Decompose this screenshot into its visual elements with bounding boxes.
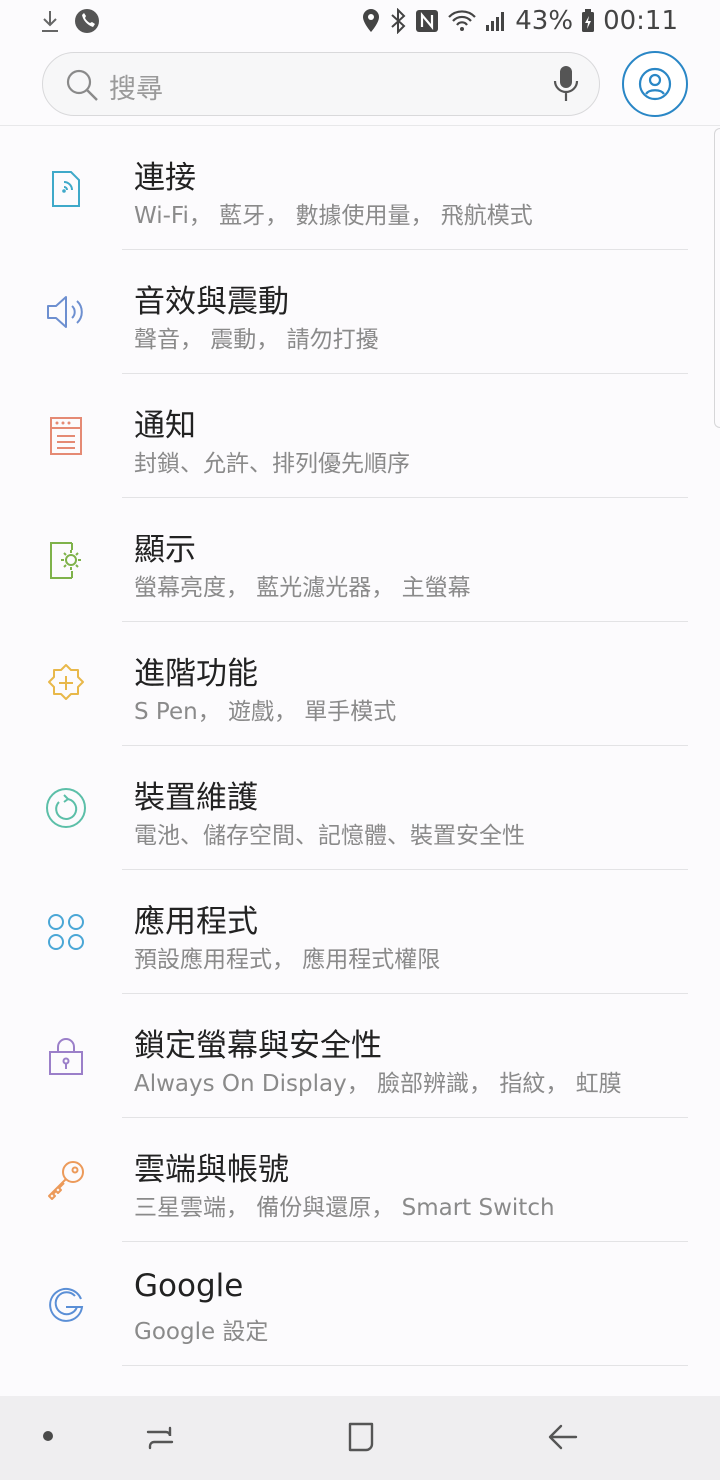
- connections-icon: [44, 166, 88, 210]
- nav-dot-icon[interactable]: [43, 1431, 53, 1441]
- settings-item-sound[interactable]: 音效與震動 聲音， 震動， 請勿打擾: [0, 250, 720, 374]
- advanced-features-icon: [44, 662, 88, 706]
- display-icon: [44, 538, 88, 582]
- item-subtitle: 電池、儲存空間、記憶體、裝置安全性: [134, 823, 525, 849]
- location-icon: [361, 8, 381, 34]
- phone-icon: [74, 8, 100, 34]
- item-title: 音效與震動: [134, 284, 289, 320]
- mic-icon[interactable]: [553, 65, 579, 107]
- sound-icon: [44, 290, 88, 334]
- item-title: 進階功能: [134, 656, 258, 692]
- profile-button[interactable]: [622, 51, 688, 117]
- item-subtitle: Wi-Fi， 藍牙， 數據使用量， 飛航模式: [134, 203, 533, 229]
- signal-icon: [485, 9, 507, 33]
- divider: [122, 1365, 688, 1366]
- settings-list: 連接 Wi-Fi， 藍牙， 數據使用量， 飛航模式 音效與震動 聲音， 震動， …: [0, 126, 720, 1366]
- settings-item-device-maintenance[interactable]: 裝置維護 電池、儲存空間、記憶體、裝置安全性: [0, 746, 720, 870]
- battery-percent: 43%: [515, 6, 574, 36]
- item-title: 連接: [134, 160, 196, 196]
- settings-item-google[interactable]: Google Google 設定: [0, 1242, 720, 1366]
- search-bar[interactable]: 搜尋: [42, 52, 600, 116]
- wifi-icon: [447, 9, 477, 33]
- item-subtitle: 三星雲端， 備份與還原， Smart Switch: [134, 1195, 555, 1221]
- notifications-icon: [44, 414, 88, 458]
- item-subtitle: 封鎖、允許、排列優先順序: [134, 451, 410, 477]
- google-icon: [44, 1282, 88, 1326]
- search-input[interactable]: 搜尋: [109, 67, 163, 106]
- status-bar: 43% 00:11: [0, 0, 720, 44]
- settings-item-notifications[interactable]: 通知 封鎖、允許、排列優先順序: [0, 374, 720, 498]
- settings-item-cloud-accounts[interactable]: 雲端與帳號 三星雲端， 備份與還原， Smart Switch: [0, 1118, 720, 1242]
- home-icon[interactable]: [344, 1420, 378, 1458]
- nfc-icon: [415, 9, 439, 33]
- item-title: 通知: [134, 408, 196, 444]
- item-title: 裝置維護: [134, 780, 258, 816]
- settings-item-lock-screen[interactable]: 鎖定螢幕與安全性 Always On Display， 臉部辨識， 指紋， 虹膜: [0, 994, 720, 1118]
- item-title: 應用程式: [134, 904, 258, 940]
- item-subtitle: Google 設定: [134, 1319, 269, 1345]
- recents-icon[interactable]: [144, 1420, 178, 1458]
- download-icon: [40, 9, 60, 33]
- search-icon: [65, 68, 99, 106]
- lock-icon: [44, 1034, 88, 1078]
- item-title: 顯示: [134, 532, 196, 568]
- item-subtitle: 聲音， 震動， 請勿打擾: [134, 327, 379, 353]
- item-subtitle: 螢幕亮度， 藍光濾光器， 主螢幕: [134, 575, 471, 601]
- settings-item-advanced-features[interactable]: 進階功能 S Pen， 遊戲， 單手模式: [0, 622, 720, 746]
- apps-icon: [44, 910, 88, 954]
- item-title: 鎖定螢幕與安全性: [134, 1028, 382, 1064]
- clock: 00:11: [603, 6, 678, 36]
- item-subtitle: S Pen， 遊戲， 單手模式: [134, 699, 397, 725]
- back-icon[interactable]: [546, 1420, 580, 1458]
- settings-item-apps[interactable]: 應用程式 預設應用程式， 應用程式權限: [0, 870, 720, 994]
- bluetooth-icon: [389, 8, 407, 34]
- key-icon: [44, 1158, 88, 1202]
- device-maintenance-icon: [44, 786, 88, 830]
- settings-item-connections[interactable]: 連接 Wi-Fi， 藍牙， 數據使用量， 飛航模式: [0, 126, 720, 250]
- account-icon: [638, 67, 672, 101]
- settings-item-display[interactable]: 顯示 螢幕亮度， 藍光濾光器， 主螢幕: [0, 498, 720, 622]
- item-title: Google: [134, 1268, 244, 1304]
- item-subtitle: Always On Display， 臉部辨識， 指紋， 虹膜: [134, 1071, 622, 1097]
- item-title: 雲端與帳號: [134, 1152, 289, 1188]
- item-subtitle: 預設應用程式， 應用程式權限: [134, 947, 441, 973]
- navigation-bar: [0, 1396, 720, 1480]
- battery-icon: [581, 9, 595, 33]
